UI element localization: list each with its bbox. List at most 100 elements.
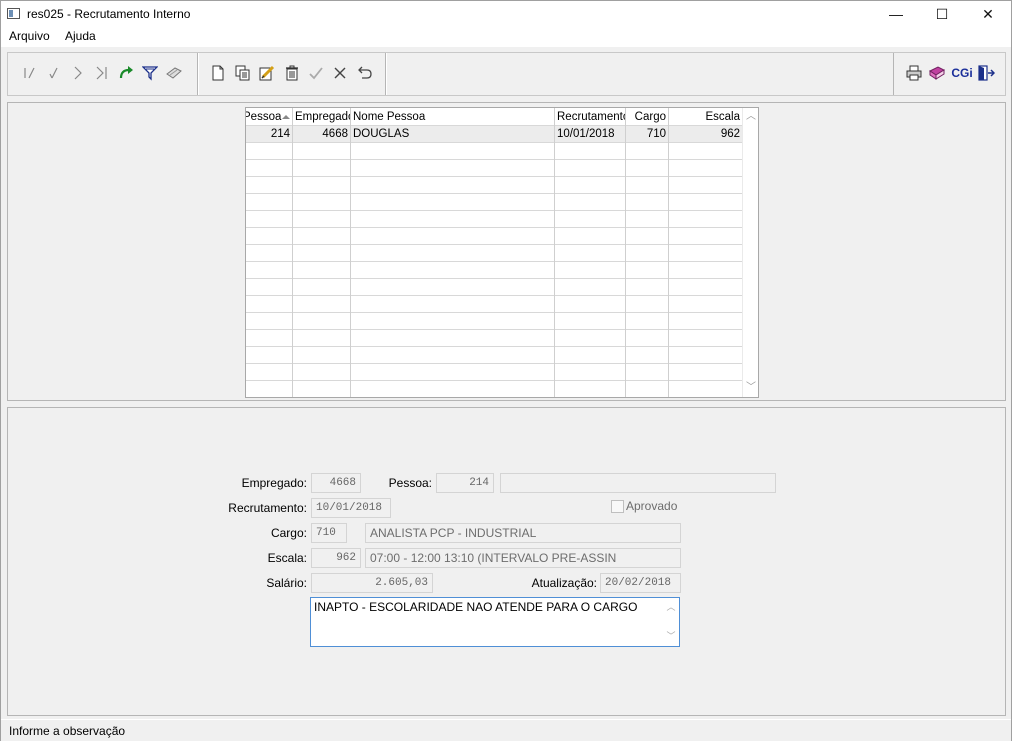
empty-cell [626, 262, 669, 279]
previous-record-button[interactable] [44, 63, 64, 83]
column-header-recrutamento[interactable]: Recrutamento [555, 108, 626, 126]
copy-button[interactable] [233, 63, 253, 83]
edit-button[interactable] [257, 63, 277, 83]
pessoa-name-field[interactable] [500, 473, 776, 493]
empty-cell [555, 262, 626, 279]
observacao-scrollbar[interactable]: ︿ ﹀ [665, 600, 677, 644]
cargo-description-field[interactable]: ANALISTA PCP - INDUSTRIAL [365, 523, 681, 543]
empty-table-row[interactable] [246, 143, 742, 160]
clear-filter-button[interactable] [164, 63, 184, 83]
empty-table-row[interactable] [246, 177, 742, 194]
table-row[interactable]: 214 4668 DOUGLAS 10/01/2018 710 962 [246, 126, 742, 143]
next-record-button[interactable] [68, 63, 88, 83]
next-record-icon [74, 66, 82, 80]
empty-cell [293, 228, 351, 245]
scroll-down-icon[interactable]: ﹀ [743, 380, 758, 396]
column-header-cargo[interactable]: Cargo [626, 108, 669, 126]
cancel-button[interactable] [330, 63, 350, 83]
refresh-icon [119, 66, 133, 79]
minimize-button[interactable]: — [873, 1, 919, 27]
undo-button[interactable] [354, 63, 374, 83]
empty-cell [626, 313, 669, 330]
column-header-escala[interactable]: Escala [669, 108, 742, 126]
scroll-up-icon[interactable]: ︿ [665, 600, 677, 613]
confirm-button[interactable] [306, 63, 326, 83]
empty-table-row[interactable] [246, 364, 742, 381]
empty-table-row[interactable] [246, 279, 742, 296]
toolbar: CGi [7, 52, 1006, 96]
cell-escala: 962 [720, 128, 740, 140]
exit-button[interactable] [976, 63, 996, 83]
filter-button[interactable] [140, 63, 160, 83]
empty-cell [669, 228, 742, 245]
empty-cell [669, 245, 742, 262]
new-icon [212, 65, 224, 81]
observacao-textarea[interactable]: INAPTO - ESCOLARIDADE NAO ATENDE PARA O … [310, 597, 680, 647]
empty-cell [351, 143, 555, 160]
toolbar-edit-group [198, 53, 386, 95]
empty-table-row[interactable] [246, 160, 742, 177]
last-record-button[interactable] [92, 63, 112, 83]
empty-table-row[interactable] [246, 313, 742, 330]
new-button[interactable] [208, 63, 228, 83]
clear-filter-icon [166, 67, 182, 79]
maximize-button[interactable]: ☐ [919, 1, 965, 27]
print-icon [906, 65, 922, 81]
empty-cell [246, 381, 293, 397]
aprovado-checkbox[interactable] [611, 500, 624, 513]
recrutamento-label: Recrutamento: [228, 501, 307, 515]
empty-cell [626, 228, 669, 245]
grid-vertical-scrollbar[interactable]: ︿ ﹀ [742, 108, 758, 397]
column-header-empregado[interactable]: Empregado [293, 108, 351, 126]
empty-cell [669, 160, 742, 177]
empty-cell [246, 364, 293, 381]
pessoa-field[interactable]: 214 [436, 473, 494, 493]
scroll-up-icon[interactable]: ︿ [743, 109, 758, 125]
title-bar[interactable]: res025 - Recrutamento Interno — ☐ ✕ [1, 1, 1011, 27]
first-record-button[interactable] [20, 63, 40, 83]
empty-cell [669, 262, 742, 279]
scroll-down-icon[interactable]: ﹀ [665, 629, 677, 642]
window-title: res025 - Recrutamento Interno [27, 7, 191, 21]
empty-cell [555, 160, 626, 177]
empty-table-row[interactable] [246, 211, 742, 228]
empty-table-row[interactable] [246, 228, 742, 245]
atualizacao-field[interactable]: 20/02/2018 [600, 573, 681, 593]
column-header-pessoa[interactable]: Pessoa [246, 108, 293, 126]
refresh-button[interactable] [116, 63, 136, 83]
escala-description-field[interactable]: 07:00 - 12:00 13:10 (INTERVALO PRE-ASSIN [365, 548, 681, 568]
empty-cell [555, 313, 626, 330]
recrutamento-field[interactable]: 10/01/2018 [311, 498, 391, 518]
delete-button[interactable] [282, 63, 302, 83]
empty-table-row[interactable] [246, 296, 742, 313]
cell-recrutamento: 10/01/2018 [555, 126, 626, 143]
cargo-code-field[interactable]: 710 [311, 523, 347, 543]
sort-ascending-icon [282, 114, 291, 119]
empty-cell [351, 364, 555, 381]
escala-code-field[interactable]: 962 [311, 548, 361, 568]
menu-ajuda[interactable]: Ajuda [65, 29, 96, 43]
empty-table-row[interactable] [246, 262, 742, 279]
empty-table-row[interactable] [246, 245, 742, 262]
empty-table-row[interactable] [246, 194, 742, 211]
close-icon: ✕ [982, 6, 994, 22]
menu-arquivo[interactable]: Arquivo [9, 29, 50, 43]
atualizacao-label: Atualização: [531, 576, 597, 590]
close-button[interactable]: ✕ [965, 1, 1011, 27]
print-button[interactable] [904, 63, 924, 83]
column-header-nome-pessoa[interactable]: Nome Pessoa [351, 108, 555, 126]
salario-field[interactable]: 2.605,03 [311, 573, 433, 593]
empty-table-row[interactable] [246, 330, 742, 347]
book-button[interactable] [927, 63, 947, 83]
empty-cell [626, 143, 669, 160]
cgi-button[interactable]: CGi [950, 63, 974, 83]
empty-cell [555, 347, 626, 364]
empregado-field[interactable]: 4668 [311, 473, 361, 493]
empty-table-row[interactable] [246, 347, 742, 364]
empty-cell [626, 347, 669, 364]
empty-cell [555, 228, 626, 245]
empty-cell [246, 262, 293, 279]
records-grid[interactable]: Pessoa Empregado Nome Pessoa Recrutament… [245, 107, 759, 398]
empty-cell [293, 364, 351, 381]
empty-table-row[interactable] [246, 381, 742, 397]
